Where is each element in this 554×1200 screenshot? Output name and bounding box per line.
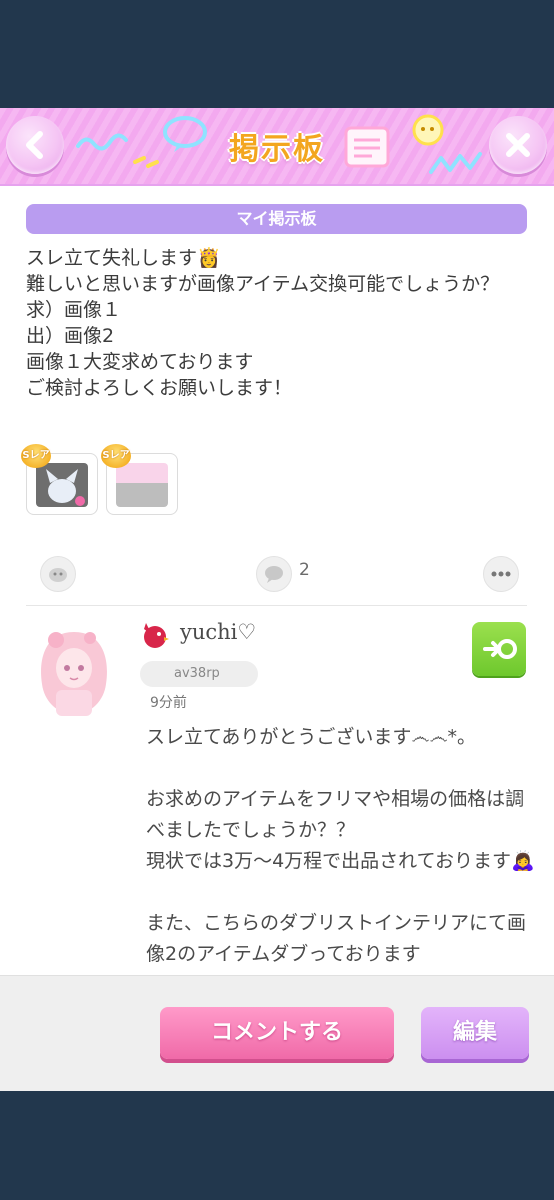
avatar[interactable]: [26, 618, 122, 718]
user-id-badge: av38rp: [140, 661, 258, 687]
s-rare-badge: Sレア: [21, 444, 51, 468]
visit-room-button[interactable]: [472, 622, 526, 676]
status-bar-area: [0, 0, 554, 108]
like-button[interactable]: [40, 556, 76, 592]
comment-body: スレ立てありがとうございます෴෴*。 お求めのアイテムをフリマや相場の価格は調べ…: [146, 726, 535, 996]
navigation-bar-area: [0, 1091, 554, 1200]
item-thumbnail-2[interactable]: Sレア: [101, 444, 178, 515]
item-thumbnail-1[interactable]: Sレア: [21, 444, 98, 515]
more-dots-icon: [491, 571, 511, 577]
board-panel: 掲示板 マイ掲示板 スレ立て失礼します👸 難しいと思いますが画像アイテム交換可能…: [0, 108, 554, 1091]
s-rare-badge: Sレア: [101, 444, 131, 468]
comment-button[interactable]: コメントする: [160, 1007, 394, 1059]
header: 掲示板: [0, 108, 554, 186]
face-icon: [49, 568, 67, 582]
my-board-label: マイ掲示板: [26, 204, 527, 234]
close-icon: [506, 133, 530, 157]
divider: [26, 605, 527, 606]
comment-count: 2: [299, 560, 310, 580]
cat-ear-item-icon: [36, 463, 88, 507]
post-body: スレ立て失礼します👸 難しいと思いますが画像アイテム交換可能でしょうか？ 求）画…: [26, 247, 500, 399]
speech-bubble-icon: [265, 566, 283, 583]
footer-actions: コメントする 編集: [0, 975, 554, 1091]
page-title: 掲示板: [229, 132, 325, 167]
post-action-row: 2: [0, 548, 554, 598]
comment-icon-button[interactable]: [256, 556, 292, 592]
more-options-button[interactable]: [483, 556, 519, 592]
door-arrow-icon: [483, 639, 517, 659]
pink-interior-item-icon: [116, 463, 168, 507]
comment-time: 9分前: [150, 695, 187, 711]
bird-title-icon: [144, 623, 169, 648]
close-button[interactable]: [489, 116, 547, 174]
edit-button[interactable]: 編集: [421, 1007, 529, 1059]
comment-username[interactable]: yuchi♡: [180, 620, 256, 644]
